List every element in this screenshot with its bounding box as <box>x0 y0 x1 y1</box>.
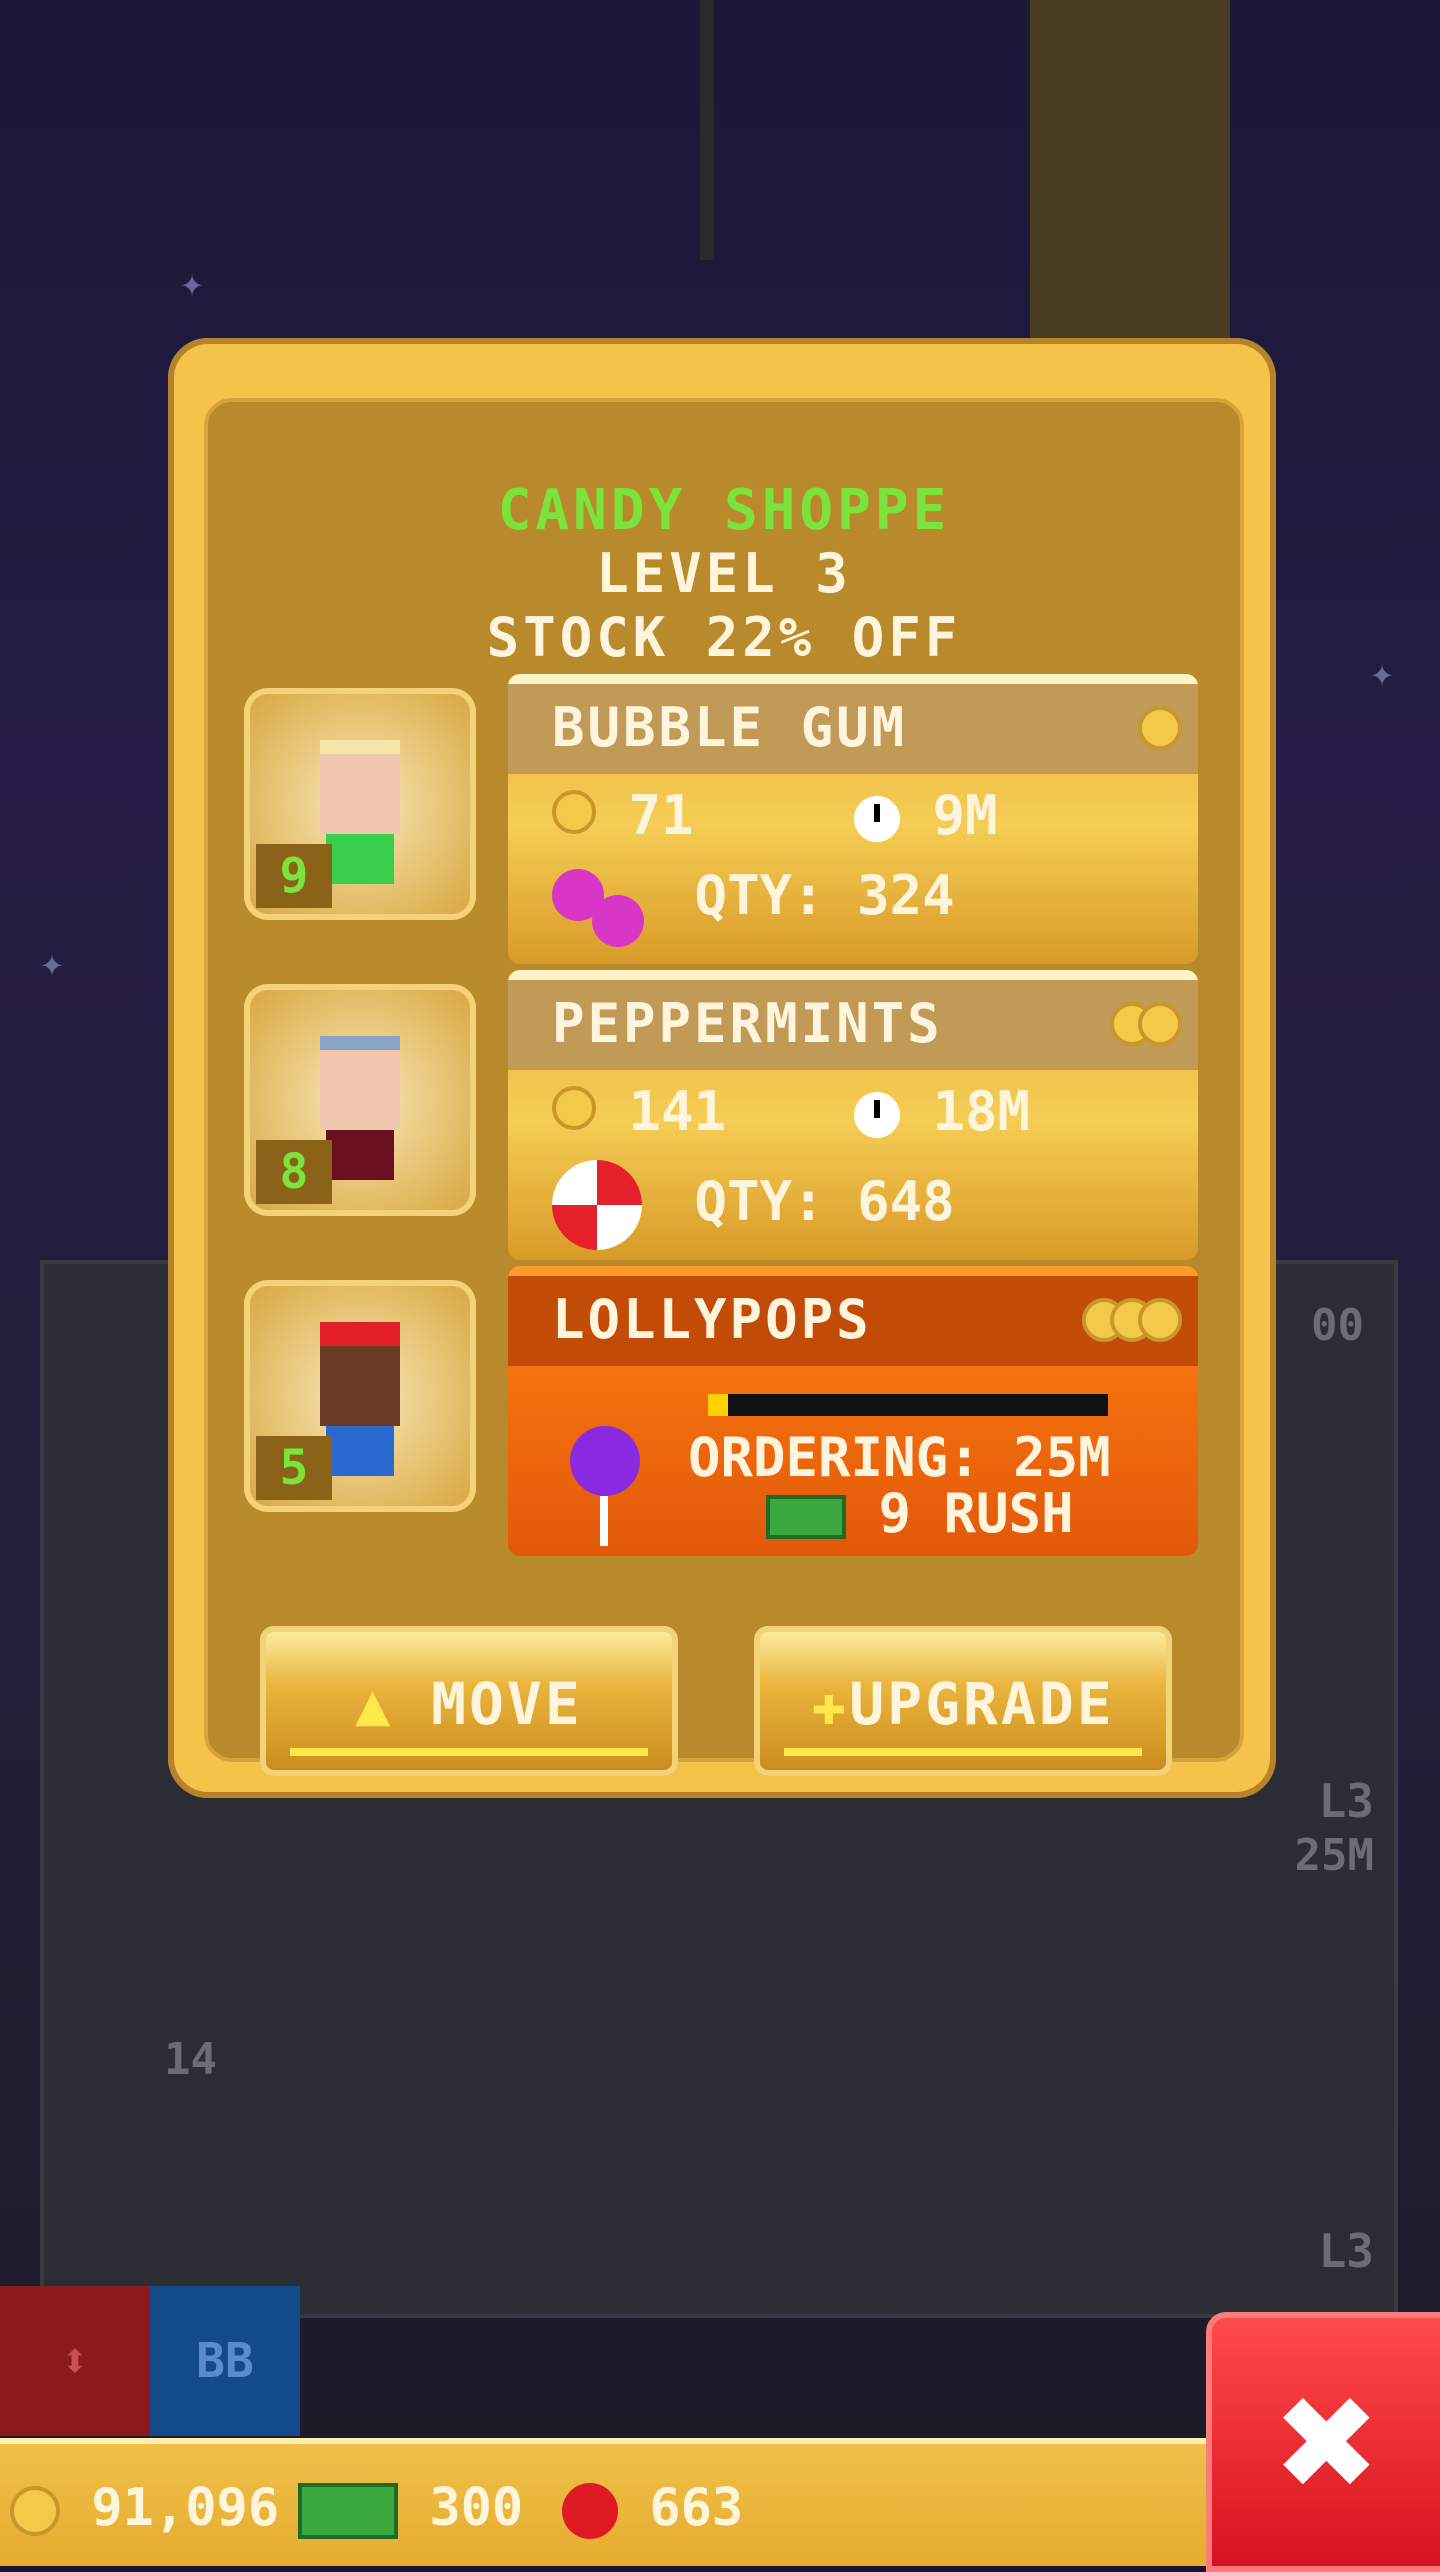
product-name: LOLLYPOPS <box>552 1288 872 1351</box>
card-header: BUBBLE GUM <box>508 684 1198 774</box>
coin-icon <box>552 790 596 834</box>
close-button[interactable]: ✖ <box>1206 2312 1440 2572</box>
card-header: LOLLYPOPS <box>508 1276 1198 1366</box>
upgrade-button[interactable]: ✚UPGRADE <box>754 1626 1172 1776</box>
shirt <box>326 1426 394 1476</box>
coin-icon <box>552 1086 596 1130</box>
coin-icon <box>10 2486 60 2536</box>
ordering-status: ORDERING: 25M <box>688 1426 1111 1489</box>
rush-label: 9 RUSH <box>878 1482 1074 1545</box>
move-button-label: ▲ MOVE <box>355 1670 583 1738</box>
lollypop-stick <box>600 1496 608 1546</box>
modal-panel: CANDY SHOPPE LEVEL 3 STOCK 22% OFF 9 8 5… <box>204 398 1244 1776</box>
floor-timer: 25M <box>1294 1830 1374 1881</box>
coins-value: 91,096 <box>91 2478 280 2538</box>
coin-icon <box>1138 1298 1182 1342</box>
qty-stat: QTY: 324 <box>552 864 955 948</box>
plus-icon: ✚ <box>811 1670 850 1738</box>
bux-icon <box>766 1495 846 1540</box>
tickets-value: 663 <box>649 2478 744 2538</box>
product-card-lollypops[interactable]: LOLLYPOPS ORDERING: 25M 9 RUSH <box>508 1266 1198 1556</box>
product-price: 71 <box>628 784 694 847</box>
order-progress-fill <box>708 1394 728 1416</box>
bubble-gum-icon <box>552 869 644 948</box>
face <box>320 1346 400 1426</box>
peppermint-icon <box>552 1160 642 1250</box>
clock-icon <box>854 1092 900 1139</box>
coins-display: 91,096 <box>10 2478 279 2538</box>
shirt <box>326 834 394 884</box>
lollypop-icon <box>570 1426 640 1496</box>
move-button[interactable]: ▲ MOVE <box>260 1626 678 1776</box>
shop-level: LEVEL 3 <box>596 542 852 605</box>
bitbook-button[interactable]: BB <box>150 2286 300 2436</box>
arrow-up-icon: ▲ <box>355 1670 394 1738</box>
card-header: PEPPERMINTS <box>508 980 1198 1070</box>
bux-display: 300 <box>298 2478 523 2539</box>
rush-button[interactable]: 9 RUSH <box>766 1482 1074 1545</box>
time-stat: 18M <box>854 1080 1030 1143</box>
product-qty: QTY: 648 <box>694 1169 955 1233</box>
clock-icon <box>854 796 900 843</box>
product-time: 18M <box>932 1080 1031 1143</box>
stock-discount: STOCK 22% OFF <box>486 606 962 669</box>
product-card-bubble-gum[interactable]: BUBBLE GUM 71 9M QTY: 324 <box>508 674 1198 964</box>
bux-icon <box>298 2483 398 2539</box>
tier-coins <box>1082 1298 1182 1346</box>
face <box>320 754 400 834</box>
floor-label: 00 <box>1311 1300 1364 1351</box>
face <box>320 1050 400 1130</box>
product-card-peppermints[interactable]: PEPPERMINTS 141 18M QTY: 648 <box>508 970 1198 1260</box>
upgrade-button-label: ✚UPGRADE <box>811 1670 1115 1738</box>
product-time: 9M <box>932 784 998 847</box>
worker-level: 5 <box>256 1436 332 1500</box>
currency-bar: 91,096 300 663 <box>0 2438 1206 2566</box>
qty-stat: QTY: 648 <box>552 1160 955 1250</box>
tier-coins <box>1138 706 1182 754</box>
worker-avatar-2[interactable]: 8 <box>244 984 476 1216</box>
button-underline <box>784 1748 1142 1756</box>
coin-icon <box>1138 706 1182 750</box>
product-price: 141 <box>628 1080 727 1143</box>
worker-avatar-1[interactable]: 9 <box>244 688 476 920</box>
price-stat: 141 <box>552 1080 726 1143</box>
worker-avatar-3[interactable]: 5 <box>244 1280 476 1512</box>
elevator-button[interactable]: ⬍ <box>0 2286 150 2436</box>
coin-icon <box>1138 1002 1182 1046</box>
crane-structure <box>1030 0 1230 340</box>
star-icon: ✦ <box>180 260 205 306</box>
tickets-display: 663 <box>562 2478 743 2539</box>
ticket-icon <box>562 2483 618 2539</box>
order-progress-bar <box>708 1394 1108 1416</box>
time-stat: 9M <box>854 784 998 847</box>
bux-value: 300 <box>429 2478 524 2538</box>
star-icon: ✦ <box>40 940 65 986</box>
tier-coins <box>1110 1002 1182 1050</box>
floor-number: 14 <box>164 2034 217 2085</box>
price-stat: 71 <box>552 784 694 847</box>
shirt <box>326 1130 394 1180</box>
product-name: BUBBLE GUM <box>552 696 908 759</box>
product-name: PEPPERMINTS <box>552 992 943 1055</box>
star-icon: ✦ <box>1370 650 1395 696</box>
shop-name: CANDY SHOPPE <box>497 478 951 543</box>
shop-info-modal: CANDY SHOPPE LEVEL 3 STOCK 22% OFF 9 8 5… <box>168 338 1276 1798</box>
worker-level: 9 <box>256 844 332 908</box>
floor-level-label: L3 <box>1318 2224 1374 2278</box>
worker-level: 8 <box>256 1140 332 1204</box>
crane-cable <box>700 0 714 260</box>
floor-level-label: L3 <box>1318 1774 1374 1828</box>
button-underline <box>290 1748 648 1756</box>
product-qty: QTY: 324 <box>694 864 955 927</box>
